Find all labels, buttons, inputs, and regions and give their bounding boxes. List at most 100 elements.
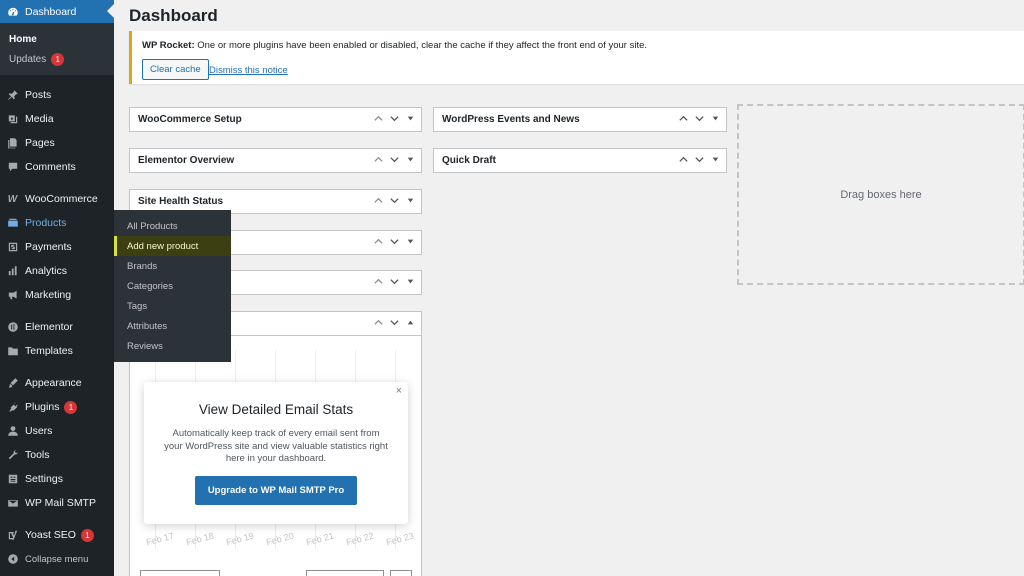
menu-item-media[interactable]: Media bbox=[0, 107, 114, 131]
menu-item-appearance[interactable]: Appearance bbox=[0, 371, 114, 395]
dashboard-icon bbox=[6, 5, 19, 18]
toggle-panel-icon[interactable] bbox=[710, 154, 720, 168]
admin-sidebar: Dashboard Home Updates 1 Posts Media Pag… bbox=[0, 0, 114, 576]
move-up-icon[interactable] bbox=[373, 195, 383, 209]
pin-icon bbox=[6, 89, 19, 102]
move-down-icon[interactable] bbox=[389, 113, 399, 127]
products-icon bbox=[6, 217, 19, 230]
user-icon bbox=[6, 425, 19, 438]
toggle-panel-icon[interactable] bbox=[405, 195, 415, 209]
chart-x-tick: Feb 21 bbox=[305, 530, 335, 548]
megaphone-icon bbox=[6, 289, 19, 302]
toggle-panel-icon[interactable] bbox=[405, 236, 415, 250]
menu-item-pages[interactable]: Pages bbox=[0, 131, 114, 155]
flyout-item-attributes[interactable]: Attributes bbox=[114, 316, 231, 336]
menu-item-users[interactable]: Users bbox=[0, 419, 114, 443]
widget-woocommerce-setup[interactable]: WooCommerce Setup bbox=[129, 107, 422, 132]
widget-controls bbox=[373, 113, 421, 127]
menu-item-templates[interactable]: Templates bbox=[0, 339, 114, 363]
updates-count-badge: 1 bbox=[51, 52, 65, 66]
menu-item-tools[interactable]: Tools bbox=[0, 443, 114, 467]
chart-x-tick: Feb 17 bbox=[145, 530, 175, 548]
submenu-item-label: Home bbox=[9, 33, 37, 45]
widget-controls bbox=[678, 113, 726, 127]
flyout-item-categories[interactable]: Categories bbox=[114, 276, 231, 296]
chart-settings-button[interactable] bbox=[390, 570, 412, 576]
widget-title: Elementor Overview bbox=[138, 155, 235, 166]
elementor-icon bbox=[6, 321, 19, 334]
move-down-icon[interactable] bbox=[389, 195, 399, 209]
collapse-menu-button[interactable]: Collapse menu bbox=[0, 547, 114, 571]
move-down-icon[interactable] bbox=[389, 276, 399, 290]
move-down-icon[interactable] bbox=[694, 154, 704, 168]
menu-group-commerce: W WooCommerce Products Payments Analytic… bbox=[0, 179, 114, 307]
move-up-icon[interactable] bbox=[678, 113, 688, 127]
collapse-icon bbox=[6, 553, 19, 566]
yoast-icon bbox=[6, 529, 19, 542]
dismiss-notice-link[interactable]: Dismiss this notice bbox=[209, 65, 288, 76]
notice-prefix: WP Rocket: bbox=[142, 40, 195, 51]
move-down-icon[interactable] bbox=[389, 236, 399, 250]
flyout-item-tags[interactable]: Tags bbox=[114, 296, 231, 316]
mail-icon bbox=[6, 497, 19, 510]
move-up-icon[interactable] bbox=[373, 154, 383, 168]
move-up-icon[interactable] bbox=[373, 113, 383, 127]
chart-x-tick: Feb 23 bbox=[385, 530, 415, 548]
widget-elementor-overview[interactable]: Elementor Overview bbox=[129, 148, 422, 173]
toggle-panel-icon[interactable] bbox=[405, 276, 415, 290]
toggle-panel-icon[interactable] bbox=[405, 317, 415, 331]
menu-item-label: Posts bbox=[25, 89, 52, 101]
menu-item-label: Marketing bbox=[25, 289, 72, 301]
chart-x-tick: Feb 20 bbox=[265, 530, 295, 548]
toggle-panel-icon[interactable] bbox=[405, 113, 415, 127]
settings-icon bbox=[6, 473, 19, 486]
widget-wordpress-events-news[interactable]: WordPress Events and News bbox=[433, 107, 727, 132]
menu-item-label: Media bbox=[25, 113, 54, 125]
menu-item-analytics[interactable]: Analytics bbox=[0, 259, 114, 283]
menu-item-yoast-seo[interactable]: Yoast SEO 1 bbox=[0, 523, 114, 547]
menu-item-label: Plugins bbox=[25, 401, 60, 413]
payments-icon bbox=[6, 241, 19, 254]
menu-item-payments[interactable]: Payments bbox=[0, 235, 114, 259]
menu-item-plugins[interactable]: Plugins 1 bbox=[0, 395, 114, 419]
menu-item-comments[interactable]: Comments bbox=[0, 155, 114, 179]
toggle-panel-icon[interactable] bbox=[710, 113, 720, 127]
flyout-item-brands[interactable]: Brands bbox=[114, 256, 231, 276]
menu-item-posts[interactable]: Posts bbox=[0, 83, 114, 107]
notice-text: WP Rocket: One or more plugins have been… bbox=[142, 40, 647, 51]
upgrade-button[interactable]: Upgrade to WP Mail SMTP Pro bbox=[195, 476, 357, 505]
toggle-panel-icon[interactable] bbox=[405, 154, 415, 168]
flyout-item-all-products[interactable]: All Products bbox=[114, 216, 231, 236]
move-up-icon[interactable] bbox=[373, 236, 383, 250]
drag-boxes-drop-zone[interactable]: Drag boxes here bbox=[737, 104, 1024, 285]
move-up-icon[interactable] bbox=[373, 317, 383, 331]
move-down-icon[interactable] bbox=[389, 154, 399, 168]
widget-controls bbox=[373, 276, 421, 290]
menu-item-settings[interactable]: Settings bbox=[0, 467, 114, 491]
menu-item-woocommerce[interactable]: W WooCommerce bbox=[0, 187, 114, 211]
menu-item-marketing[interactable]: Marketing bbox=[0, 283, 114, 307]
menu-item-wp-mail-smtp[interactable]: WP Mail SMTP bbox=[0, 491, 114, 515]
widget-quick-draft[interactable]: Quick Draft bbox=[433, 148, 727, 173]
menu-group-builder: Elementor Templates bbox=[0, 307, 114, 363]
menu-item-dashboard[interactable]: Dashboard bbox=[0, 0, 114, 23]
analytics-icon bbox=[6, 265, 19, 278]
flyout-item-add-new-product[interactable]: Add new product bbox=[114, 236, 231, 256]
plugins-count-badge: 1 bbox=[64, 400, 78, 414]
menu-item-label: WooCommerce bbox=[25, 193, 98, 205]
move-up-icon[interactable] bbox=[373, 276, 383, 290]
move-up-icon[interactable] bbox=[678, 154, 688, 168]
menu-item-label: Users bbox=[25, 425, 53, 437]
menu-item-products[interactable]: Products bbox=[0, 211, 114, 235]
flyout-item-reviews[interactable]: Reviews bbox=[114, 336, 231, 356]
chart-period-select[interactable] bbox=[306, 570, 384, 576]
close-icon[interactable]: × bbox=[396, 385, 402, 397]
notice-message: One or more plugins have been enabled or… bbox=[194, 40, 648, 51]
move-down-icon[interactable] bbox=[389, 317, 399, 331]
clear-cache-button[interactable]: Clear cache bbox=[142, 59, 209, 80]
submenu-item-updates[interactable]: Updates 1 bbox=[0, 49, 114, 69]
menu-item-elementor[interactable]: Elementor bbox=[0, 315, 114, 339]
submenu-item-home[interactable]: Home bbox=[0, 29, 114, 49]
move-down-icon[interactable] bbox=[694, 113, 704, 127]
chart-filter-select[interactable] bbox=[140, 570, 220, 576]
